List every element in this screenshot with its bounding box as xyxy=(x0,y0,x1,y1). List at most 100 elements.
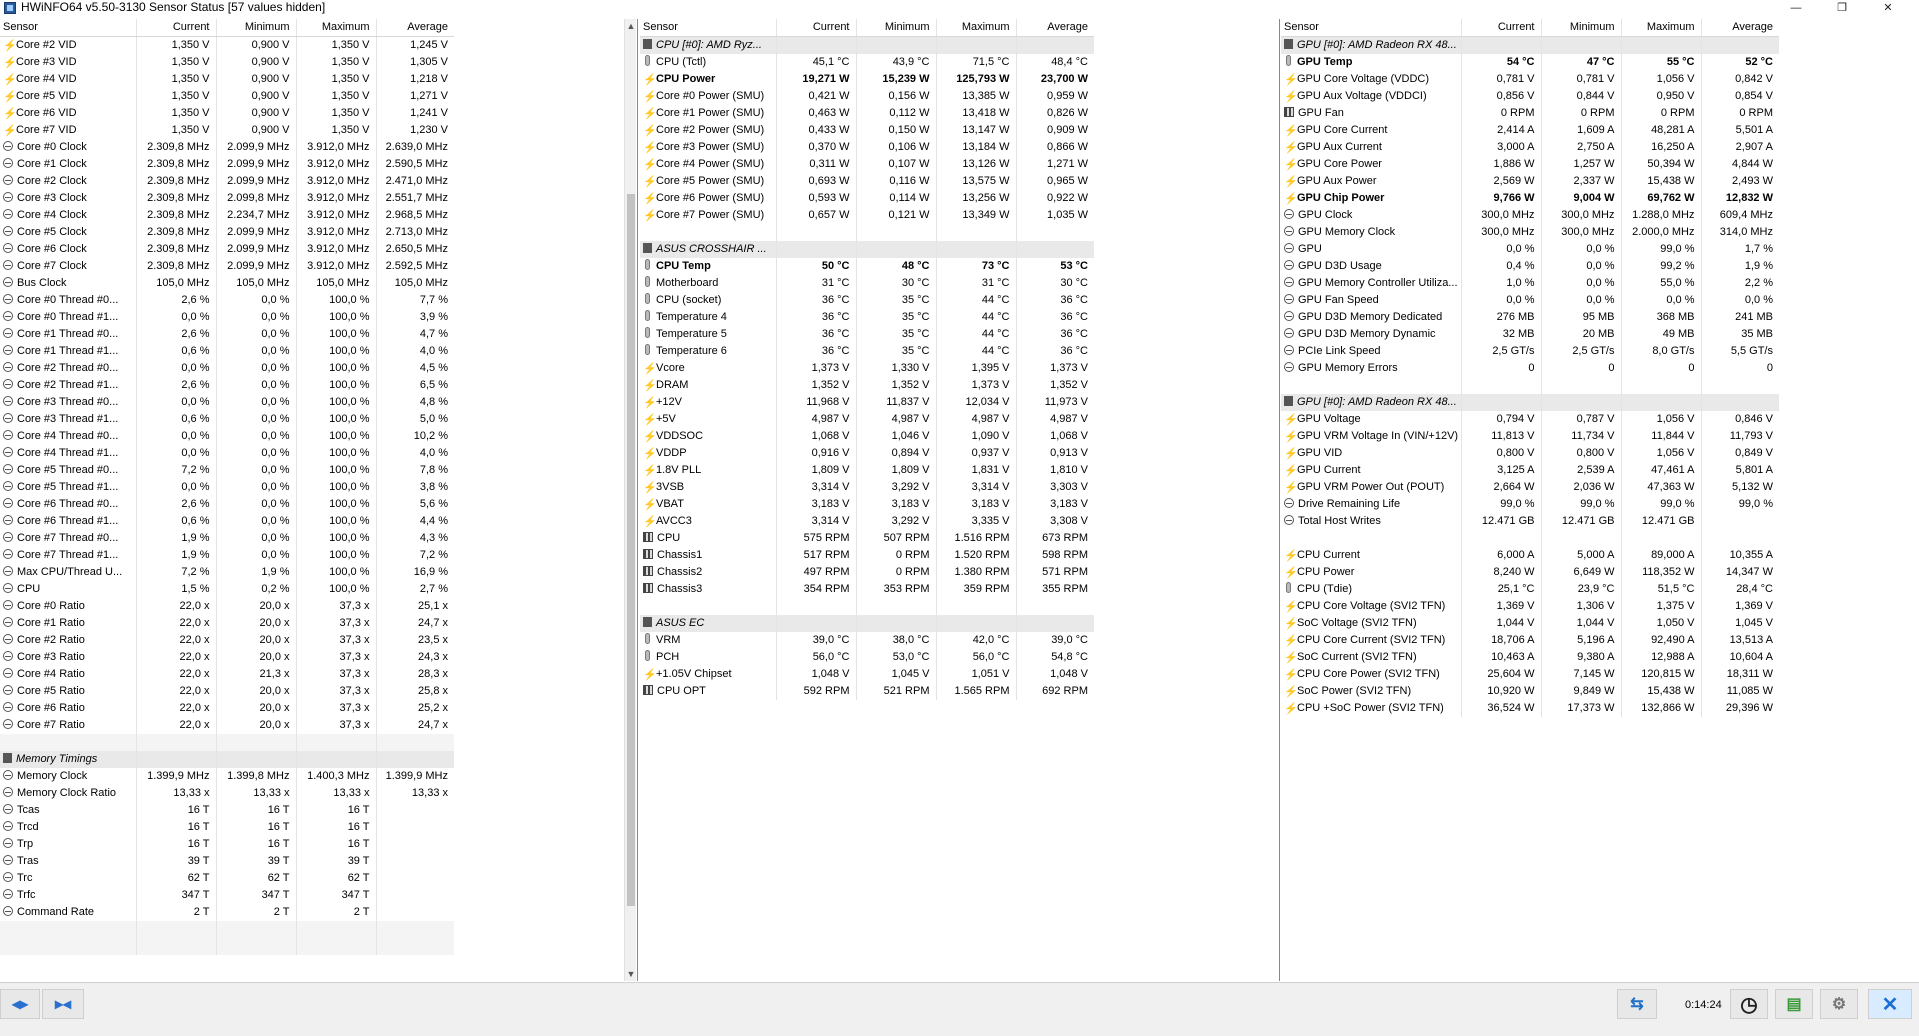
sensor-row[interactable]: Core #5 Clock 2.309,8 MHz 2.099,9 MHz 3.912… xyxy=(0,223,454,241)
sensor-row[interactable]: Core #3 Thread #1... 0,6 % 0,0 % 100,0 % 5,0… xyxy=(0,410,454,428)
sensor-row[interactable]: Memory Clock Ratio 13,33 x 13,33 x 13,33 x1… xyxy=(0,784,454,802)
col-maximum[interactable]: Maximum xyxy=(1620,19,1701,37)
sensor-row[interactable]: ⚡Core #4 Power (SMU) 0,311 W 0,107 W 13,126… xyxy=(640,155,1094,173)
sensor-row[interactable]: CPU Temp 50 °C 48 °C 73 °C 53 °C xyxy=(640,257,1094,275)
sensor-row[interactable]: Core #6 Thread #1... 0,6 % 0,0 % 100,0 % 4,4… xyxy=(0,512,454,530)
sensor-row[interactable]: GPU Fan Speed 0,0 % 0,0 % 0,0 % 0,0 % xyxy=(1281,291,1779,309)
sensor-row[interactable]: ⚡Core #6 Power (SMU) 0,593 W 0,114 W 13,256… xyxy=(640,189,1094,207)
sensor-row[interactable]: CPU 1,5 % 0,2 % 100,0 % 2,7 % xyxy=(0,580,454,598)
sensor-row[interactable]: Temperature 4 36 °C 35 °C 44 °C 36 °C xyxy=(640,308,1094,326)
sensor-row[interactable]: Chassis2 497 RPM 0 RPM 1.380 RPM 571 RPM xyxy=(640,563,1094,581)
sensor-row[interactable]: ⚡AVCC3 3,314 V 3,292 V 3,335 V 3,308 V xyxy=(640,512,1094,530)
sensor-row[interactable]: Core #4 Thread #1... 0,0 % 0,0 % 100,0 % 4,0… xyxy=(0,444,454,462)
close-window-button[interactable]: ✕ xyxy=(1865,0,1911,15)
sensor-row[interactable]: ⚡Core #5 Power (SMU) 0,693 W 0,116 W 13,575… xyxy=(640,172,1094,190)
sensor-row[interactable]: ⚡Core #2 Power (SMU) 0,433 W 0,150 W 13,147… xyxy=(640,121,1094,139)
col-minimum[interactable]: Minimum xyxy=(1540,19,1621,37)
sensor-row[interactable]: ⚡Core #4 VID 1,350 V 0,900 V 1,350 V 1,218 V xyxy=(0,70,454,88)
sensor-row[interactable]: Max CPU/Thread U... 7,2 % 1,9 % 100,0 % 16,9… xyxy=(0,563,454,581)
sensor-row[interactable]: GPU D3D Memory Dynamic 32 MB 20 MB 49 MB 35 … xyxy=(1281,325,1779,343)
sensor-row[interactable]: Core #1 Ratio 22,0 x 20,0 x 37,3 x 24,7 x xyxy=(0,614,454,632)
log-file-icon[interactable]: ▤ xyxy=(1775,989,1813,1019)
sensor-row[interactable]: GPU D3D Memory Dedicated 276 MB 95 MB 368 M… xyxy=(1281,308,1779,326)
sensor-row[interactable]: ⚡GPU VRM Voltage In (VIN/+12V) 11,813 V 11… xyxy=(1281,427,1779,445)
sensor-row[interactable]: Core #5 Thread #0... 7,2 % 0,0 % 100,0 % 7,8… xyxy=(0,461,454,479)
sensor-row[interactable]: ⚡GPU Aux Power 2,569 W 2,337 W 15,438 W 2,49… xyxy=(1281,172,1779,190)
sensor-row[interactable]: Trc 62 T 62 T 62 T xyxy=(0,869,454,887)
sensor-row[interactable]: ⚡+12V 11,968 V 11,837 V 12,034 V 11,973 V xyxy=(640,393,1094,411)
panel-divider[interactable] xyxy=(637,19,638,981)
sensor-panel-middle[interactable]: Sensor Current Minimum Maximum Average C… xyxy=(640,19,1278,981)
sensor-row[interactable]: ⚡Core #5 VID 1,350 V 0,900 V 1,350 V 1,271 V xyxy=(0,87,454,105)
sensor-row[interactable]: ⚡GPU Core Power 1,886 W 1,257 W 50,394 W 4,8… xyxy=(1281,155,1779,173)
sensor-row[interactable]: Core #2 Ratio 22,0 x 20,0 x 37,3 x 23,5 x xyxy=(0,631,454,649)
sensor-row[interactable]: Temperature 6 36 °C 35 °C 44 °C 36 °C xyxy=(640,342,1094,360)
sensor-panel-right[interactable]: Sensor Current Minimum Maximum Average G… xyxy=(1281,19,1919,981)
scroll-down-arrow-icon[interactable]: ▼ xyxy=(625,967,637,981)
sensor-row[interactable]: Core #0 Ratio 22,0 x 20,0 x 37,3 x 25,1 x xyxy=(0,597,454,615)
sensor-row[interactable]: ⚡Vcore 1,373 V 1,330 V 1,395 V 1,373 V xyxy=(640,359,1094,377)
sensor-row[interactable]: CPU (Tctl) 45,1 °C 43,9 °C 71,5 °C 48,4 °C xyxy=(640,53,1094,71)
sensor-row[interactable]: ⚡VBAT 3,183 V 3,183 V 3,183 V 3,183 V xyxy=(640,495,1094,513)
sensor-row[interactable]: Core #6 Thread #0... 2,6 % 0,0 % 100,0 % 5,6… xyxy=(0,495,454,513)
sensor-row[interactable]: GPU Clock 300,0 MHz 300,0 MHz 1.288,0 MHz 60… xyxy=(1281,206,1779,224)
col-maximum[interactable]: Maximum xyxy=(295,19,376,37)
sensor-row[interactable]: ⚡SoC Power (SVI2 TFN) 10,920 W 9,849 W 15,4… xyxy=(1281,682,1779,700)
col-sensor[interactable]: Sensor xyxy=(640,19,776,37)
sensor-row[interactable]: Temperature 5 36 °C 35 °C 44 °C 36 °C xyxy=(640,325,1094,343)
sensor-row[interactable]: Core #4 Clock 2.309,8 MHz 2.234,7 MHz 3.912… xyxy=(0,206,454,224)
sensor-row[interactable]: Drive Remaining Life 99,0 % 99,0 % 99,0 % 99… xyxy=(1281,495,1779,513)
sensor-group-header[interactable]: ASUS EC xyxy=(640,614,1094,632)
sensor-group-header[interactable]: GPU [#0]: AMD Radeon RX 48... xyxy=(1281,36,1779,54)
sensor-row[interactable]: GPU Memory Clock 300,0 MHz 300,0 MHz 2.000,… xyxy=(1281,223,1779,241)
col-sensor[interactable]: Sensor xyxy=(1281,19,1461,37)
scroll-thumb[interactable] xyxy=(627,194,635,906)
sensor-row[interactable]: Tcas 16 T 16 T 16 T xyxy=(0,801,454,819)
col-average[interactable]: Average xyxy=(375,19,454,37)
sensor-row[interactable]: Core #0 Thread #0... 2,6 % 0,0 % 100,0 % 7,7… xyxy=(0,291,454,309)
sensor-panel-left[interactable]: Sensor Current Minimum Maximum Average ⚡… xyxy=(0,19,624,981)
col-average[interactable]: Average xyxy=(1015,19,1094,37)
sensor-row[interactable]: CPU OPT 592 RPM 521 RPM 1.565 RPM 692 RPM xyxy=(640,682,1094,700)
sensor-row[interactable]: Core #0 Thread #1... 0,0 % 0,0 % 100,0 % 3,9… xyxy=(0,308,454,326)
sensor-row[interactable]: Core #5 Thread #1... 0,0 % 0,0 % 100,0 % 3,8… xyxy=(0,478,454,496)
sensor-row[interactable]: Core #1 Thread #0... 2,6 % 0,0 % 100,0 % 4,7… xyxy=(0,325,454,343)
sensor-row[interactable]: Command Rate 2 T2 T2 T xyxy=(0,903,454,921)
sensor-row[interactable]: CPU 575 RPM 507 RPM 1.516 RPM 673 RPM xyxy=(640,529,1094,547)
sensor-row[interactable]: Core #7 Clock 2.309,8 MHz 2.099,9 MHz 3.912… xyxy=(0,257,454,275)
sensor-row[interactable]: Core #3 Thread #0... 0,0 % 0,0 % 100,0 % 4,8… xyxy=(0,393,454,411)
col-current[interactable]: Current xyxy=(1460,19,1541,37)
sensor-row[interactable]: GPU Memory Controller Utiliza... 1,0 % 0,0… xyxy=(1281,274,1779,292)
sensor-row[interactable]: CPU (socket) 36 °C 35 °C 44 °C 36 °C xyxy=(640,291,1094,309)
sensor-row[interactable]: ⚡GPU Core Current 2,414 A 1,609 A 48,281 A5… xyxy=(1281,121,1779,139)
network-icon[interactable]: ⇆ xyxy=(1617,989,1657,1019)
sensor-row[interactable]: ⚡CPU Power 19,271 W 15,239 W 125,793 W 23,70… xyxy=(640,70,1094,88)
sensor-row[interactable]: ⚡Core #3 Power (SMU) 0,370 W 0,106 W 13,184… xyxy=(640,138,1094,156)
sensor-row[interactable]: Core #7 Thread #0... 1,9 % 0,0 % 100,0 % 4,3… xyxy=(0,529,454,547)
sensor-row[interactable]: ⚡Core #3 VID 1,350 V 0,900 V 1,350 V 1,305 V xyxy=(0,53,454,71)
sensor-row[interactable]: Core #1 Thread #1... 0,6 % 0,0 % 100,0 % 4,0… xyxy=(0,342,454,360)
sensor-row[interactable]: ⚡CPU +SoC Power (SVI2 TFN) 36,524 W 17,373… xyxy=(1281,699,1779,717)
col-maximum[interactable]: Maximum xyxy=(935,19,1016,37)
sensor-row[interactable]: ⚡DRAM 1,352 V 1,352 V 1,373 V 1,352 V xyxy=(640,376,1094,394)
sensor-row[interactable]: GPU Temp 54 °C 47 °C 55 °C 52 °C xyxy=(1281,53,1779,71)
sensor-row[interactable]: ⚡GPU Core Voltage (VDDC) 0,781 V 0,781 V 1,… xyxy=(1281,70,1779,88)
sensor-row[interactable]: ⚡CPU Current 6,000 A 5,000 A 89,000 A 10,355… xyxy=(1281,546,1779,564)
sensor-row[interactable]: Core #2 Clock 2.309,8 MHz 2.099,9 MHz 3.912… xyxy=(0,172,454,190)
sensor-row[interactable]: ⚡3VSB 3,314 V 3,292 V 3,314 V 3,303 V xyxy=(640,478,1094,496)
sensor-row[interactable]: ⚡Core #1 Power (SMU) 0,463 W 0,112 W 13,418… xyxy=(640,104,1094,122)
sensor-row[interactable]: Core #3 Ratio 22,0 x 20,0 x 37,3 x 24,3 x xyxy=(0,648,454,666)
sensor-row[interactable]: Core #5 Ratio 22,0 x 20,0 x 37,3 x 25,8 x xyxy=(0,682,454,700)
sensor-row[interactable]: ⚡SoC Voltage (SVI2 TFN) 1,044 V 1,044 V 1,0… xyxy=(1281,614,1779,632)
sensor-row[interactable]: VRM 39,0 °C 38,0 °C 42,0 °C 39,0 °C xyxy=(640,631,1094,649)
sensor-row[interactable]: ⚡VDDP 0,916 V 0,894 V 0,937 V 0,913 V xyxy=(640,444,1094,462)
sensor-row[interactable]: Bus Clock 105,0 MHz 105,0 MHz 105,0 MHz 105,… xyxy=(0,274,454,292)
sensor-row[interactable]: ⚡1.8V PLL 1,809 V 1,809 V 1,831 V 1,810 V xyxy=(640,461,1094,479)
sensor-row[interactable]: ⚡CPU Core Power (SVI2 TFN) 25,604 W 7,145 … xyxy=(1281,665,1779,683)
sensor-row[interactable]: ⚡GPU VID 0,800 V 0,800 V 1,056 V 0,849 V xyxy=(1281,444,1779,462)
sensor-row[interactable]: GPU D3D Usage 0,4 % 0,0 % 99,2 % 1,9 % xyxy=(1281,257,1779,275)
sensor-row[interactable]: ⚡CPU Core Current (SVI2 TFN) 18,706 A 5,19… xyxy=(1281,631,1779,649)
nav-arrows-left-icon[interactable]: ◂▸ xyxy=(0,989,40,1019)
sensor-row[interactable]: Trp 16 T 16 T 16 T xyxy=(0,835,454,853)
sensor-row[interactable]: Motherboard 31 °C 30 °C 31 °C 30 °C xyxy=(640,274,1094,292)
